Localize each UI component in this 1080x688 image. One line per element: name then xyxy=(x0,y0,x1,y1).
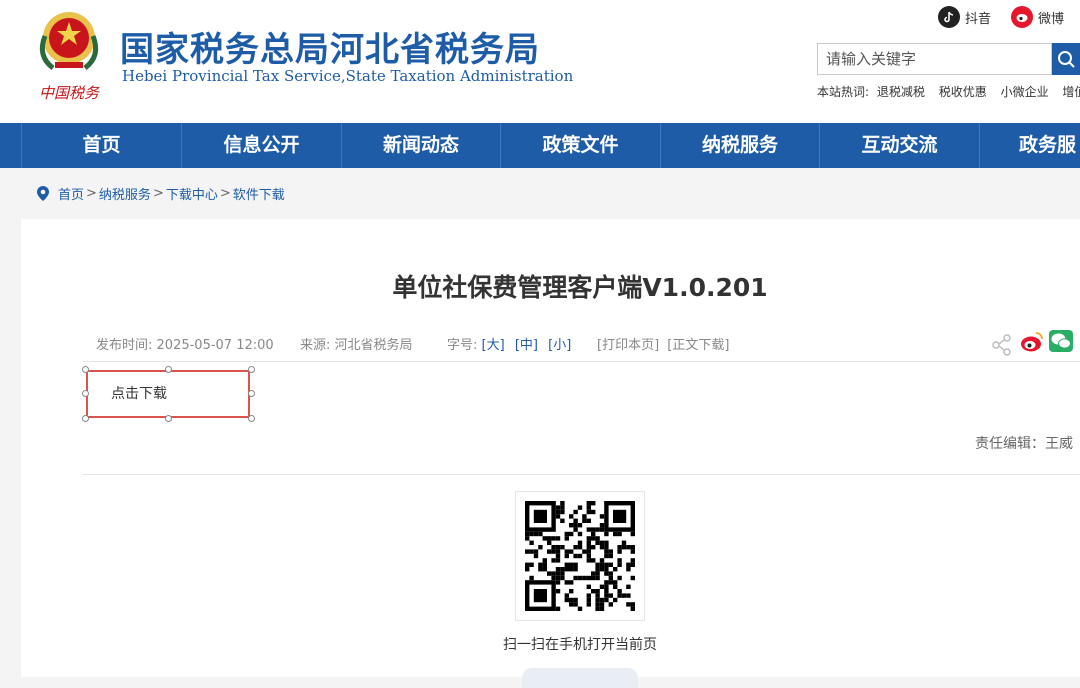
nav-item-tax-service[interactable]: 纳税服务 xyxy=(660,123,819,168)
breadcrumb-tax-service[interactable]: 纳税服务 xyxy=(99,184,151,203)
weibo-link[interactable]: 微博 xyxy=(1011,6,1064,28)
publish-time-value: 2025-05-07 12:00 xyxy=(156,338,274,353)
breadcrumb-software-download[interactable]: 软件下载 xyxy=(233,184,285,203)
print-link[interactable]: [打印本页] xyxy=(597,338,659,353)
font-size-label: 字号: xyxy=(447,338,478,353)
download-link[interactable]: 点击下载 xyxy=(111,383,167,403)
text-download-link[interactable]: [正文下载] xyxy=(667,338,729,353)
selection-handle[interactable] xyxy=(165,366,172,373)
wechat-share-icon[interactable] xyxy=(1049,330,1073,352)
search-input[interactable]: 请输入关键字 xyxy=(817,43,1052,75)
share-icon[interactable] xyxy=(991,334,1013,356)
article-tools: [打印本页] [正文下载] xyxy=(597,334,729,353)
source-label: 来源: xyxy=(300,338,331,353)
back-to-top-button[interactable] xyxy=(522,668,638,688)
selection-handle[interactable] xyxy=(248,366,255,373)
svg-text:中国税务: 中国税务 xyxy=(39,84,101,102)
qr-code-image xyxy=(525,501,635,611)
hot-word-link[interactable]: 增值 xyxy=(1062,85,1080,99)
font-size-small[interactable]: [小] xyxy=(548,338,571,353)
breadcrumb-separator: > xyxy=(219,186,231,201)
douyin-link[interactable]: 抖音 xyxy=(938,6,991,28)
hot-words-label: 本站热词: xyxy=(817,85,870,99)
meta-divider xyxy=(83,361,1080,362)
content-divider xyxy=(83,474,1080,475)
breadcrumb-home[interactable]: 首页 xyxy=(58,184,84,203)
nav-item-government[interactable]: 政务服 xyxy=(979,123,1080,168)
main-nav: 首页 信息公开 新闻动态 政策文件 纳税服务 互动交流 政务服 xyxy=(0,123,1080,168)
douyin-icon xyxy=(938,6,960,28)
article-source: 来源: 河北省税务局 xyxy=(300,334,413,353)
hot-word-link[interactable]: 税收优惠 xyxy=(939,85,987,99)
publish-time-label: 发布时间: xyxy=(96,338,153,353)
breadcrumb: 首页 > 纳税服务 > 下载中心 > 软件下载 xyxy=(36,184,285,203)
responsible-editor: 责任编辑：王威 xyxy=(975,436,1073,452)
selection-handle[interactable] xyxy=(165,415,172,422)
font-size-large[interactable]: [大] xyxy=(482,338,505,353)
nav-item-policy[interactable]: 政策文件 xyxy=(500,123,660,168)
nav-item-info[interactable]: 信息公开 xyxy=(181,123,341,168)
article-title: 单位社保费管理客户端V1.0.201 xyxy=(392,273,768,302)
qr-code xyxy=(515,491,645,621)
hot-word-link[interactable]: 小微企业 xyxy=(1001,85,1049,99)
hot-words: 本站热词: 退税减税 税收优惠 小微企业 增值 xyxy=(817,83,1080,100)
hot-word-link[interactable]: 退税减税 xyxy=(877,85,925,99)
source-value: 河北省税务局 xyxy=(334,338,413,353)
search-icon xyxy=(1058,51,1075,68)
qr-caption: 扫一扫在手机打开当前页 xyxy=(503,637,657,653)
breadcrumb-separator: > xyxy=(86,186,97,201)
nav-item-interaction[interactable]: 互动交流 xyxy=(819,123,979,168)
nav-item-news[interactable]: 新闻动态 xyxy=(341,123,500,168)
site-header: 中国税务 国家税务总局河北省税务局 Hebei Provincial Tax S… xyxy=(0,0,1080,123)
selection-handle[interactable] xyxy=(82,415,89,422)
weibo-share-icon[interactable] xyxy=(1020,331,1044,353)
publish-time: 发布时间: 2025-05-07 12:00 xyxy=(96,334,274,353)
breadcrumb-download-center[interactable]: 下载中心 xyxy=(166,184,218,203)
selection-handle[interactable] xyxy=(248,415,255,422)
breadcrumb-separator: > xyxy=(152,186,164,201)
selection-handle[interactable] xyxy=(82,366,89,373)
site-subtitle: Hebei Provincial Tax Service,State Taxat… xyxy=(122,67,574,85)
selection-handle[interactable] xyxy=(82,390,89,397)
site-title[interactable]: 国家税务总局河北省税务局 xyxy=(120,22,540,71)
weibo-icon xyxy=(1011,6,1033,28)
search-button[interactable] xyxy=(1052,43,1080,75)
font-size-controls: 字号: [大] [中] [小] xyxy=(447,334,571,353)
selection-handle[interactable] xyxy=(248,390,255,397)
national-emblem-logo[interactable]: 中国税务 xyxy=(31,6,107,106)
douyin-label: 抖音 xyxy=(965,11,992,27)
nav-item-home[interactable]: 首页 xyxy=(21,123,181,168)
weibo-label: 微博 xyxy=(1038,11,1065,27)
location-pin-icon xyxy=(37,186,49,201)
font-size-medium[interactable]: [中] xyxy=(515,338,538,353)
